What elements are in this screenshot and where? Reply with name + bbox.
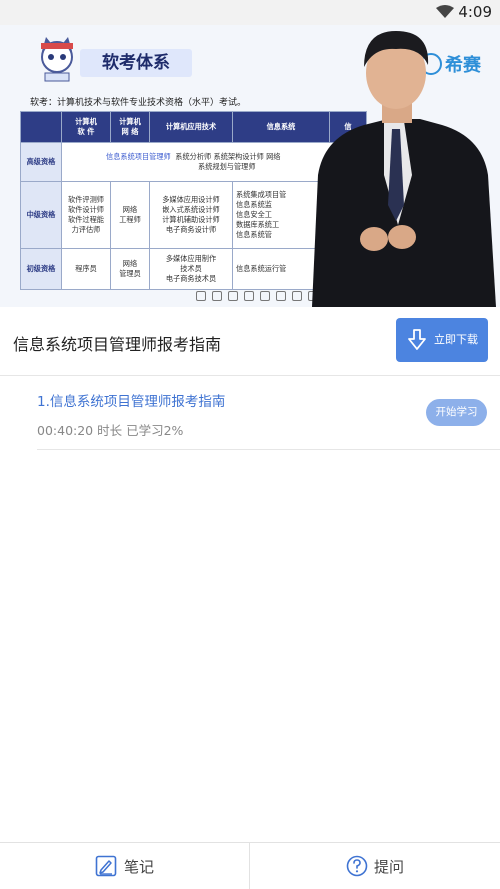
wifi-icon [436, 5, 454, 18]
table-cell: 程序员 [61, 248, 111, 290]
bottom-nav: 笔记 提问 [0, 842, 500, 889]
course-title: 信息系统项目管理师报考指南 [13, 335, 222, 354]
download-button[interactable]: 立即下载 [396, 318, 488, 362]
status-time: 4:09 [458, 3, 492, 21]
row-label: 初级资格 [20, 248, 62, 290]
toolbar-icon [260, 291, 270, 301]
lesson-meta: 00:40:20 时长 已学习2% [37, 423, 184, 438]
presenter-image [312, 31, 496, 307]
cell-text: 系统规划与管理师 [198, 162, 256, 171]
question-icon [346, 855, 368, 877]
table-cell: 软件评测师 软件设计师 软件过程能 力评估师 [61, 181, 111, 249]
table-header-cell: 计算机应用技术 [149, 111, 233, 143]
slide-title: 软考体系 [80, 49, 192, 77]
tab-question[interactable]: 提问 [250, 843, 499, 889]
toolbar-icon [212, 291, 222, 301]
divider [37, 449, 500, 450]
highlighted-cell-text: 信息系统项目管理师 [106, 152, 171, 161]
table-header-cell: 计算机 网 络 [110, 111, 150, 143]
table-header-cell: 计算机 软 件 [61, 111, 111, 143]
lesson-title[interactable]: 1.信息系统项目管理师报考指南 [37, 390, 225, 410]
row-label: 高级资格 [20, 142, 62, 182]
table-cell: 多媒体应用制作 技术员 电子商务技术员 [149, 248, 233, 290]
tab-notes-label: 笔记 [124, 858, 155, 876]
status-bar: 4:09 [0, 0, 500, 25]
download-arrow-icon [408, 329, 426, 350]
divider [0, 375, 500, 376]
table-header-cell [20, 111, 62, 143]
tab-question-label: 提问 [374, 858, 405, 876]
row-label: 中级资格 [20, 181, 62, 249]
download-label: 立即下载 [434, 333, 478, 346]
toolbar-icon [196, 291, 206, 301]
cell-text: 系统分析师 系统架构设计师 网络 [175, 152, 281, 161]
notes-edit-icon [95, 855, 117, 877]
toolbar-icon [228, 291, 238, 301]
table-cell: 多媒体应用设计师 嵌入式系统设计师 计算机辅助设计师 电子商务设计师 [149, 181, 233, 249]
tab-notes[interactable]: 笔记 [0, 843, 249, 889]
cat-mascot-icon [41, 37, 73, 82]
table-cell: 网络 工程师 [110, 181, 150, 249]
video-player[interactable]: 软考体系 希赛 软考：计算机技术与软件专业技术资格（水平）考试。 计算机 软 件… [0, 25, 500, 307]
table-cell: 网络 管理员 [110, 248, 150, 290]
toolbar-icon [276, 291, 286, 301]
start-study-button[interactable]: 开始学习 [426, 399, 487, 426]
pen-icon [244, 291, 254, 301]
slide-subtitle: 软考：计算机技术与软件专业技术资格（水平）考试。 [30, 98, 247, 108]
